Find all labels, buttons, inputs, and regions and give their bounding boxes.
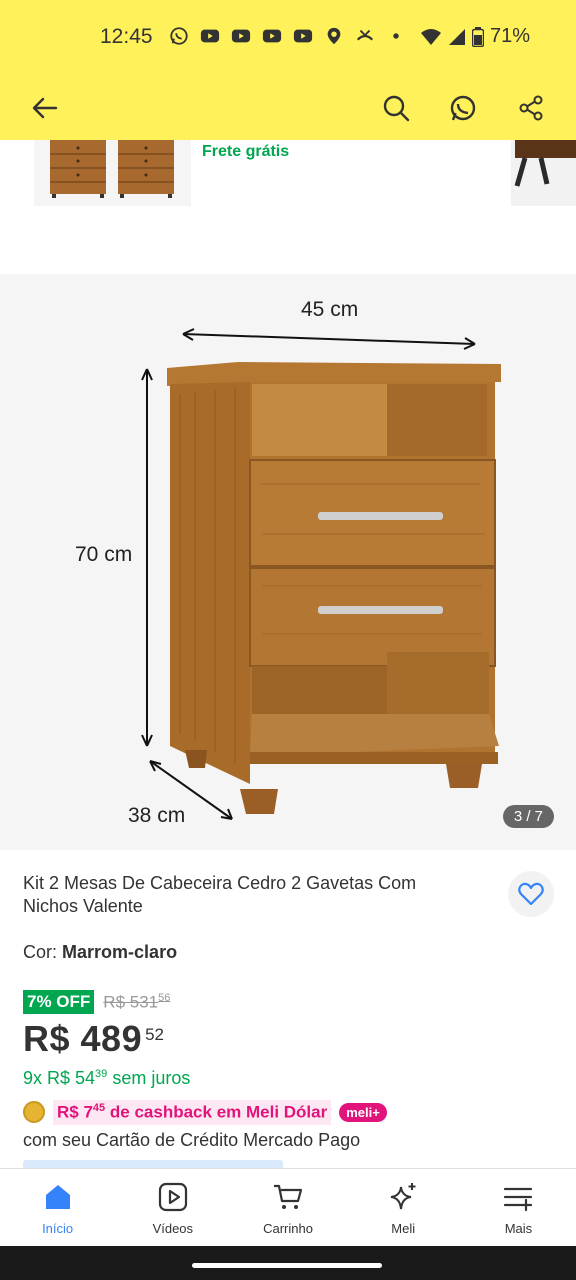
search-button[interactable] xyxy=(376,88,416,128)
home-icon xyxy=(45,1185,70,1209)
height-dimension-label: 70 cm xyxy=(75,543,133,566)
whatsapp-share-button[interactable] xyxy=(443,88,483,128)
cart-icon xyxy=(274,1184,303,1209)
old-price-cents: 56 xyxy=(158,991,171,1004)
nav-item-inicio[interactable]: Início xyxy=(0,1169,115,1246)
cashback-suffix: de cashback em Meli Dólar xyxy=(109,1102,328,1122)
nav-item-meli[interactable]: Meli xyxy=(346,1169,461,1246)
depth-dimension-label: 38 cm xyxy=(128,804,186,827)
related-products-strip: Frete grátis xyxy=(0,140,576,220)
nav-label: Vídeos xyxy=(152,1221,194,1236)
app-bar xyxy=(0,80,576,136)
battery-icon xyxy=(471,26,484,47)
product-title: Kit 2 Mesas De Cabeceira Cedro 2 Gavetas… xyxy=(23,873,417,916)
product-image-gallery[interactable]: 45 cm 70 cm 38 cm 3 / 7 xyxy=(0,274,576,850)
discount-row: 7% OFF R$ 53156 xyxy=(23,990,170,1014)
arrow-left-icon xyxy=(32,97,58,119)
nav-item-mais[interactable]: Mais xyxy=(461,1169,576,1246)
nav-item-carrinho[interactable]: Carrinho xyxy=(230,1169,345,1246)
old-price: R$ 53156 xyxy=(103,992,170,1013)
related-product-thumbnail[interactable] xyxy=(34,140,191,206)
nav-label: Carrinho xyxy=(263,1221,313,1236)
meli-dollar-coin-icon xyxy=(23,1101,45,1124)
youtube-icon xyxy=(231,29,251,43)
width-dimension-label: 45 cm xyxy=(301,298,359,321)
youtube-icon xyxy=(262,29,282,43)
menu-plus-icon xyxy=(504,1187,533,1212)
whatsapp-share-icon xyxy=(450,95,476,121)
share-button[interactable] xyxy=(511,88,551,128)
cashback-value: R$ 7 xyxy=(57,1102,93,1122)
card-note: com seu Cartão de Crédito Mercado Pago xyxy=(23,1130,361,1150)
installments-info[interactable]: 9x R$ 5439 sem juros xyxy=(23,1068,190,1089)
battery-level: 71% xyxy=(489,25,530,47)
notification-icons xyxy=(168,26,407,46)
related-product-thumbnail[interactable] xyxy=(511,140,576,206)
installments-cents: 39 xyxy=(95,1068,108,1080)
meli-plus-badge: meli+ xyxy=(339,1102,387,1122)
installments-value: 9x R$ 54 xyxy=(23,1068,96,1088)
home-gesture-pill[interactable] xyxy=(192,1263,382,1268)
discount-badge: 7% OFF xyxy=(23,990,95,1014)
nightstand-legs-image xyxy=(514,140,576,187)
missed-call-icon xyxy=(356,29,374,41)
dot-icon xyxy=(393,33,399,39)
whatsapp-icon xyxy=(170,27,188,45)
nav-item-videos[interactable]: Vídeos xyxy=(115,1169,230,1246)
color-selector[interactable]: Cor: Marrom-claro xyxy=(23,942,177,963)
price-value: R$ 489 xyxy=(23,1018,143,1059)
image-counter: 3 / 7 xyxy=(502,805,554,828)
color-value: Marrom-claro xyxy=(62,942,178,962)
share-icon xyxy=(519,95,543,121)
play-icon xyxy=(158,1182,187,1212)
maps-icon xyxy=(327,27,341,45)
status-bar: 12:45 71% xyxy=(0,0,576,74)
nav-label: Mais xyxy=(504,1221,533,1236)
price-cents: 52 xyxy=(145,1025,165,1044)
partial-banner xyxy=(23,1160,283,1168)
nav-label: Meli xyxy=(391,1221,416,1236)
old-price-value: R$ 531 xyxy=(103,992,159,1012)
back-button[interactable] xyxy=(25,88,65,128)
free-shipping-label: Frete grátis xyxy=(202,143,290,160)
search-icon xyxy=(383,95,410,122)
nav-label: Início xyxy=(42,1221,74,1236)
youtube-icon xyxy=(200,29,220,43)
cashback-cents: 45 xyxy=(92,1102,106,1114)
signal-icon xyxy=(448,28,465,45)
wifi-icon xyxy=(420,28,441,45)
cashback-row[interactable]: R$ 745 de cashback em Meli Dólar meli+ xyxy=(23,1100,387,1125)
youtube-icon xyxy=(293,29,313,43)
cashback-text: R$ 745 de cashback em Meli Dólar xyxy=(53,1100,332,1125)
status-right: 71% xyxy=(420,25,530,48)
current-price: R$ 489 52 xyxy=(23,1018,164,1060)
top-bar: 12:45 71% xyxy=(0,0,576,140)
status-time: 12:45 xyxy=(100,25,153,48)
sparkle-icon xyxy=(391,1183,416,1210)
nightstand-pair-image xyxy=(50,140,174,198)
bottom-navigation: Início Vídeos Carrinho Meli Mais xyxy=(0,1168,576,1246)
heart-icon xyxy=(518,882,544,906)
installments-suffix: sem juros xyxy=(112,1068,191,1088)
color-label: Cor: xyxy=(23,942,58,962)
favorite-button[interactable] xyxy=(508,871,554,917)
